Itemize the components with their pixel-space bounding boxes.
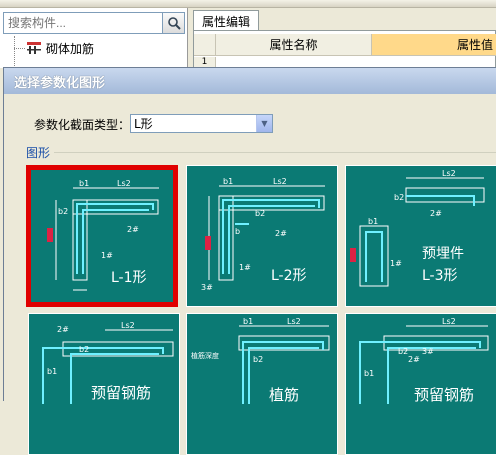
label-ls2: Ls2: [442, 317, 456, 326]
wall-rebar-icon: [27, 42, 41, 54]
reserved-rebar-diagram-2: Ls2 b2 3# b1 2# 预留钢筋: [359, 317, 489, 404]
column-header-value[interactable]: 属性值: [372, 34, 496, 56]
label-b1: b1: [368, 217, 378, 226]
shape-thumbnail-l3[interactable]: Ls2 b2 2# b1 1# 预埋件 L-3形: [345, 165, 496, 307]
label-2: 2#: [57, 325, 69, 334]
shape-thumbnail-reserved-rebar-1[interactable]: 2# Ls2 b2 b1 预留钢筋: [28, 313, 180, 455]
shape-thumbnail-reserved-rebar-2[interactable]: Ls2 b2 3# b1 2# 预留钢筋: [345, 313, 496, 455]
group-divider: [54, 152, 496, 153]
search-button[interactable]: [163, 12, 185, 34]
label-b1: b1: [47, 367, 57, 376]
tab-property-edit[interactable]: 属性编辑: [193, 10, 260, 30]
label-b2: b2: [253, 355, 263, 364]
label-ls2: Ls2: [287, 317, 301, 326]
grid-corner: [194, 34, 216, 56]
label-ls2: Ls2: [121, 321, 135, 330]
label-3: 3#: [201, 283, 213, 292]
shape-thumbnail-l1[interactable]: b1 Ls2 b2 2# 1# L-1形: [26, 165, 178, 307]
label-anchor-depth: 植筋深度: [191, 351, 219, 360]
label-b: b: [235, 227, 240, 236]
label-ls2: Ls2: [273, 177, 287, 186]
label-b1: b1: [364, 369, 374, 378]
thumbnail-name: L-2形: [271, 268, 307, 284]
thumbnail-name: 预留钢筋: [91, 384, 151, 402]
search-input[interactable]: [3, 12, 163, 34]
label-b2: b2: [255, 209, 265, 218]
thumbnail-name: L-1形: [111, 270, 147, 286]
thumbnail-name-line2: L-3形: [422, 268, 458, 284]
label-2: 2#: [127, 225, 139, 234]
planted-rebar-diagram: b1 Ls2 植筋深度 b2 植筋: [191, 317, 330, 404]
dialog-title[interactable]: 选择参数化图形: [4, 68, 496, 94]
label-b2: b2: [394, 193, 404, 202]
label-1: 1#: [101, 251, 113, 260]
tree-item-masonry-rebar[interactable]: 砌体加筋: [26, 39, 94, 57]
label-b1: b1: [79, 179, 89, 188]
shape-thumbnail-planted-rebar[interactable]: b1 Ls2 植筋深度 b2 植筋: [186, 313, 338, 455]
tree-connector: [14, 36, 15, 68]
label-b1: b1: [223, 177, 233, 186]
thumbnail-name: 植筋: [269, 386, 299, 404]
property-panel: 属性编辑 属性名称 属性值 1: [189, 8, 496, 69]
label-2: 2#: [430, 209, 442, 218]
shapes-group-label: 图形: [26, 146, 51, 160]
label-b1: b1: [243, 317, 253, 326]
label-b2: b2: [398, 347, 408, 356]
search-icon: [167, 17, 181, 30]
property-grid-header: 属性名称 属性值: [194, 34, 496, 56]
label-2: 2#: [275, 229, 287, 238]
label-1: 1#: [239, 263, 251, 272]
section-type-label: 参数化截面类型：: [34, 118, 131, 132]
property-grid: 属性名称 属性值 1: [193, 30, 496, 69]
toolbar-strip: [0, 0, 496, 8]
component-tree-panel: 砌体加筋: [0, 8, 188, 68]
column-header-name[interactable]: 属性名称: [216, 34, 372, 56]
section-type-select[interactable]: L形 ▼: [130, 114, 273, 133]
label-ls2: Ls2: [117, 179, 131, 188]
select-shape-dialog: 选择参数化图形 参数化截面类型： L形 ▼ 图形 b1 Ls2 b2 2# 1#…: [3, 67, 496, 455]
label-3: 3#: [422, 347, 434, 356]
reserved-rebar-diagram: 2# Ls2 b2 b1 预留钢筋: [42, 321, 174, 404]
tree-item-label: 砌体加筋: [46, 41, 95, 56]
chevron-down-icon[interactable]: ▼: [256, 115, 272, 132]
shape-thumbnail-l2[interactable]: b1 Ls2 b2 b 2# 3# 1# L-2形: [186, 165, 338, 307]
tree-connector-h: [14, 48, 25, 49]
label-2: 2#: [408, 355, 420, 364]
section-type-value: L形: [134, 117, 153, 131]
label-1: 1#: [390, 259, 402, 268]
label-b2: b2: [79, 345, 89, 354]
thumbnail-name: 预留钢筋: [414, 386, 474, 404]
l3-shape-diagram: Ls2 b2 2# b1 1# 预埋件 L-3形: [350, 169, 485, 287]
label-ls2: Ls2: [442, 169, 456, 178]
l2-shape-diagram: b1 Ls2 b2 b 2# 3# 1# L-2形: [201, 177, 325, 292]
thumbnail-name-line1: 预埋件: [422, 246, 464, 262]
label-b2: b2: [58, 207, 68, 216]
l1-shape-diagram: b1 Ls2 b2 2# 1# L-1形: [47, 179, 159, 291]
